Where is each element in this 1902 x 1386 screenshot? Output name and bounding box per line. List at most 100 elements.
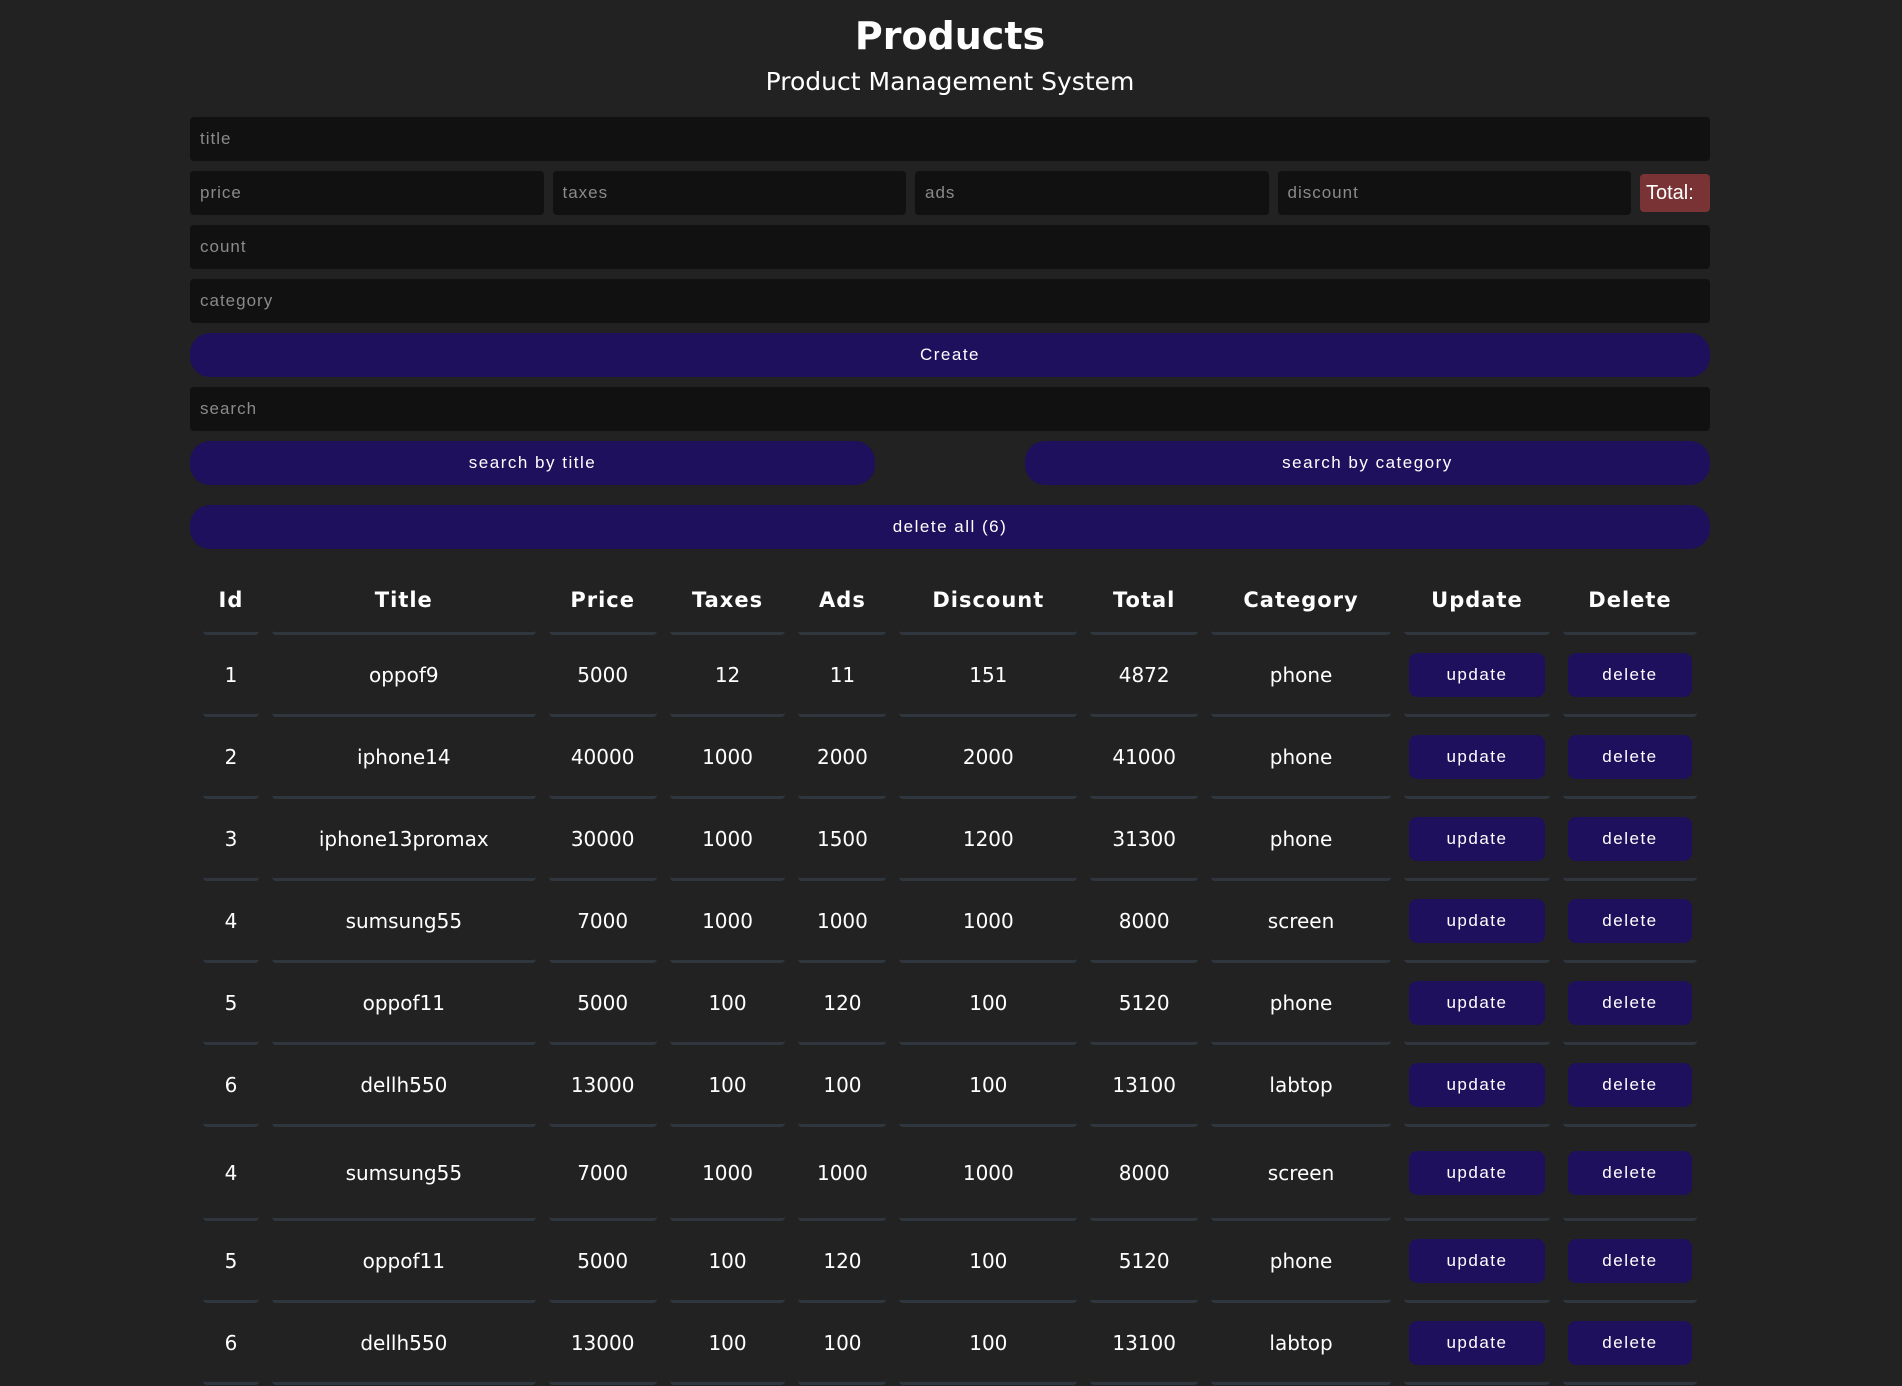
cell-discount: 100 [899,1303,1078,1385]
header-category: Category [1211,568,1391,635]
cell-category: phone [1211,717,1391,799]
search-by-category-button[interactable]: search by category [1025,441,1710,485]
table-row: 1 oppof9 5000 12 11 151 4872 phone update delete [203,635,1697,717]
cell-update: update [1403,881,1550,963]
table-body: 1 oppof9 5000 12 11 151 4872 phone update delete 2… [203,635,1697,1385]
cell-title: dellh550 [271,1303,536,1385]
cell-category: phone [1211,635,1391,717]
cell-discount: 151 [899,635,1078,717]
delete-button[interactable]: delete [1567,1150,1692,1195]
cell-category: phone [1211,1221,1391,1303]
cell-delete: delete [1562,799,1697,881]
cell-id: 5 [203,1221,259,1303]
count-input[interactable] [190,225,1710,269]
cell-category: phone [1211,963,1391,1045]
update-button[interactable]: update [1408,1150,1545,1195]
cell-title: oppof11 [271,1221,536,1303]
search-by-title-button[interactable]: search by title [190,441,875,485]
update-button[interactable]: update [1408,734,1545,779]
create-button[interactable]: Create [190,333,1710,377]
cell-title: dellh550 [271,1045,536,1127]
cell-delete: delete [1562,881,1697,963]
cell-ads: 1500 [798,799,887,881]
delete-button[interactable]: delete [1567,1320,1692,1365]
header-discount: Discount [899,568,1078,635]
cell-price: 13000 [548,1045,657,1127]
cell-update: update [1403,1127,1550,1221]
cell-delete: delete [1562,717,1697,799]
cell-taxes: 100 [669,1303,786,1385]
cell-discount: 100 [899,1045,1078,1127]
discount-input[interactable] [1277,171,1631,215]
cell-ads: 1000 [798,1127,887,1221]
update-button[interactable]: update [1408,816,1545,861]
cell-discount: 1000 [899,1127,1078,1221]
header-price: Price [548,568,657,635]
cell-price: 40000 [548,717,657,799]
search-input[interactable] [190,387,1710,431]
delete-button[interactable]: delete [1567,980,1692,1025]
update-button[interactable]: update [1408,1238,1545,1283]
update-button[interactable]: update [1408,1320,1545,1365]
update-button[interactable]: update [1408,1062,1545,1107]
cell-update: update [1403,1221,1550,1303]
delete-button[interactable]: delete [1567,816,1692,861]
delete-button[interactable]: delete [1567,1062,1692,1107]
cell-delete: delete [1562,1303,1697,1385]
cell-ads: 120 [798,963,887,1045]
delete-all-button[interactable]: delete all (6) [190,505,1710,549]
total-label: Total: [1646,181,1694,204]
cell-id: 1 [203,635,259,717]
cell-discount: 100 [899,1221,1078,1303]
delete-button[interactable]: delete [1567,734,1692,779]
header-title: Title [271,568,536,635]
update-button[interactable]: update [1408,898,1545,943]
cell-price: 7000 [548,881,657,963]
delete-button[interactable]: delete [1567,898,1692,943]
cell-id: 4 [203,881,259,963]
cell-price: 5000 [548,635,657,717]
table-row: 4 sumsung55 7000 1000 1000 1000 8000 screen upda… [203,881,1697,963]
cell-category: labtop [1211,1303,1391,1385]
cell-taxes: 1000 [669,717,786,799]
header-update: Update [1403,568,1550,635]
cell-taxes: 100 [669,1221,786,1303]
table-row: 5 oppof11 5000 100 120 100 5120 phone update dele… [203,1221,1697,1303]
cell-title: oppof11 [271,963,536,1045]
cell-id: 3 [203,799,259,881]
header-taxes: Taxes [669,568,786,635]
cell-update: update [1403,1045,1550,1127]
table-row: 6 dellh550 13000 100 100 100 13100 labtop update… [203,1045,1697,1127]
total-badge: Total: [1640,174,1710,212]
cell-id: 6 [203,1303,259,1385]
page-subtitle: Product Management System [765,67,1135,96]
cell-category: phone [1211,799,1391,881]
cell-delete: delete [1562,1127,1697,1221]
cell-title: sumsung55 [271,881,536,963]
cell-ads: 100 [798,1303,887,1385]
cell-category: screen [1211,1127,1391,1221]
products-table: Id Title Price Taxes Ads Discount Total … [190,568,1710,1385]
cell-title: sumsung55 [271,1127,536,1221]
cell-update: update [1403,799,1550,881]
cell-taxes: 1000 [669,881,786,963]
cell-discount: 1200 [899,799,1078,881]
title-input[interactable] [190,117,1710,161]
header-delete: Delete [1562,568,1697,635]
ads-input[interactable] [915,171,1269,215]
cell-category: screen [1211,881,1391,963]
table-row: 3 iphone13promax 30000 1000 1500 1200 31300 pho… [203,799,1697,881]
cell-delete: delete [1562,635,1697,717]
delete-button[interactable]: delete [1567,652,1692,697]
price-input[interactable] [190,171,544,215]
cell-price: 30000 [548,799,657,881]
cell-title: iphone13promax [271,799,536,881]
update-button[interactable]: update [1408,980,1545,1025]
delete-button[interactable]: delete [1567,1238,1692,1283]
price-row: Total: [190,171,1710,215]
cell-title: iphone14 [271,717,536,799]
header-id: Id [203,568,259,635]
category-input[interactable] [190,279,1710,323]
taxes-input[interactable] [552,171,906,215]
update-button[interactable]: update [1408,652,1545,697]
